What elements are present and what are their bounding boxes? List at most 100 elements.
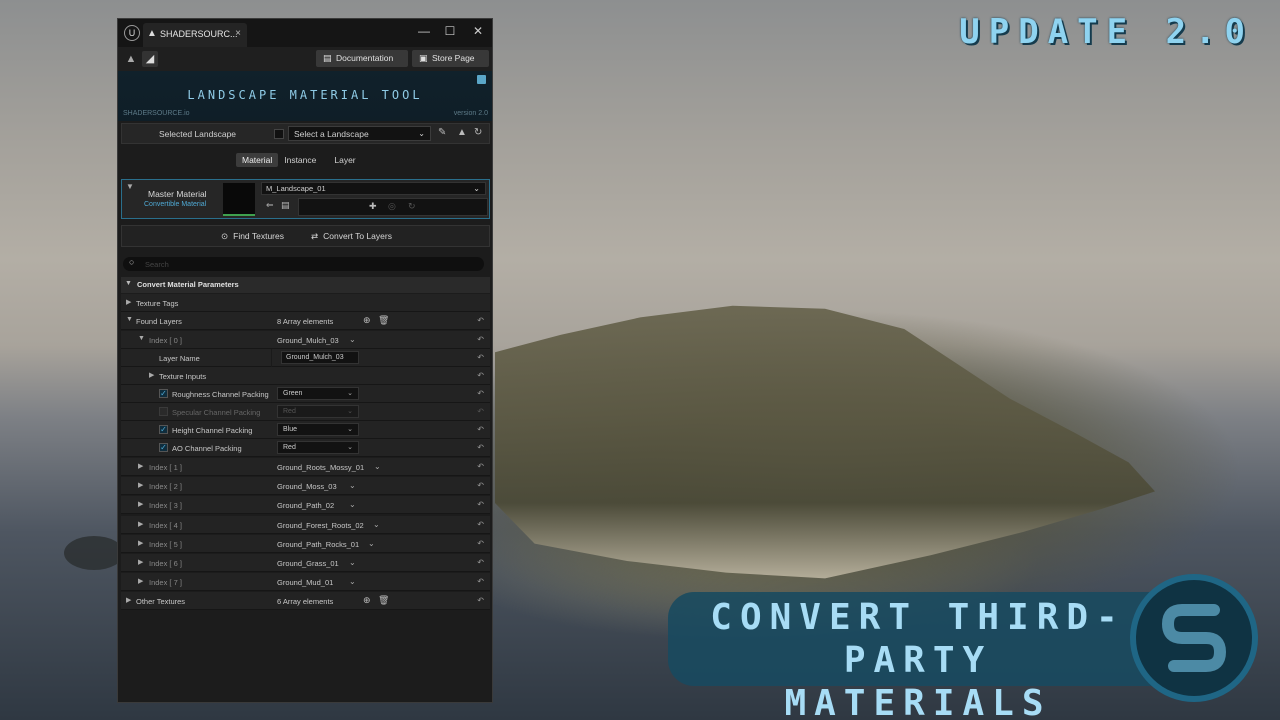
roughness-label: Roughness Channel Packing bbox=[172, 390, 269, 399]
chevron-down-icon[interactable]: ⌄ bbox=[349, 481, 356, 490]
tab-layer[interactable]: Layer bbox=[328, 153, 361, 167]
found-layers-row[interactable]: ▼ Found Layers 8 Array elements ⊕ 🗑 ↶ bbox=[121, 312, 490, 330]
reset-icon[interactable]: ↶ bbox=[477, 558, 484, 567]
chevron-down-icon: ⌄ bbox=[347, 442, 353, 454]
sync-icon[interactable]: ↻ bbox=[408, 201, 416, 212]
reset-icon[interactable]: ↶ bbox=[477, 353, 484, 362]
expand-arrow-icon: ▶ bbox=[138, 481, 143, 489]
index-5-row[interactable]: ▶ Index [ 5 ] Ground_Path_Rocks_01 ⌄ ↶ bbox=[121, 535, 490, 553]
expand-arrow-icon: ▶ bbox=[138, 539, 143, 547]
convert-material-parameters-header[interactable]: ▼ Convert Material Parameters bbox=[121, 277, 490, 293]
reset-icon[interactable]: ↶ bbox=[477, 481, 484, 490]
reset-icon[interactable]: ↶ bbox=[477, 539, 484, 548]
index-6-row[interactable]: ▶ Index [ 6 ] Ground_Grass_01 ⌄ ↶ bbox=[121, 554, 490, 572]
index-4-row[interactable]: ▶ Index [ 4 ] Ground_Forest_Roots_02 ⌄ ↶ bbox=[121, 516, 490, 534]
index-value: Ground_Roots_Mossy_01 bbox=[277, 463, 364, 472]
master-material-section: ▼ Master Material Convertible Material M… bbox=[121, 179, 490, 219]
collapse-arrow-icon[interactable]: ▼ bbox=[126, 182, 134, 191]
reset-icon[interactable]: ↶ bbox=[477, 389, 484, 398]
texture-inputs-row[interactable]: ▶ Texture Inputs ↶ bbox=[121, 367, 490, 385]
add-icon[interactable]: ✚ bbox=[369, 201, 377, 212]
window-tab[interactable]: ▲ SHADERSOURC... × bbox=[143, 23, 247, 47]
book-icon: ▤ bbox=[323, 50, 332, 67]
ao-checkbox[interactable]: ✓ bbox=[159, 443, 168, 452]
index-2-row[interactable]: ▶ Index [ 2 ] Ground_Moss_03 ⌄ ↶ bbox=[121, 477, 490, 495]
reset-icon[interactable]: ↶ bbox=[477, 407, 484, 416]
use-selected-icon[interactable]: ⇐ bbox=[266, 200, 274, 211]
reset-icon[interactable]: ↶ bbox=[477, 577, 484, 586]
specular-checkbox[interactable] bbox=[159, 407, 168, 416]
trash-icon[interactable]: 🗑 bbox=[378, 595, 389, 606]
mountains-icon[interactable]: ▲ bbox=[123, 51, 139, 67]
expand-arrow-icon: ▶ bbox=[138, 520, 143, 528]
index-7-row[interactable]: ▶ Index [ 7 ] Ground_Mud_01 ⌄ ↶ bbox=[121, 573, 490, 591]
chevron-down-icon[interactable]: ⌄ bbox=[349, 577, 356, 586]
landscape-dropdown[interactable]: Select a Landscape ⌄ bbox=[288, 126, 431, 141]
add-element-icon[interactable]: ⊕ bbox=[363, 595, 371, 606]
trash-icon[interactable]: 🗑 bbox=[378, 315, 389, 326]
documentation-button[interactable]: ▤ Documentation bbox=[316, 50, 408, 67]
chevron-down-icon[interactable]: ⌄ bbox=[373, 520, 380, 529]
reset-icon[interactable]: ↶ bbox=[477, 462, 484, 471]
store-page-label: Store Page bbox=[432, 53, 475, 63]
search-asset-icon[interactable]: ◎ bbox=[388, 201, 396, 212]
index-0-row[interactable]: ▼ Index [ 0 ] Ground_Mulch_03 ⌄ ↶ bbox=[121, 331, 490, 349]
reset-icon[interactable]: ↶ bbox=[477, 500, 484, 509]
material-dropdown[interactable]: M_Landscape_01 ⌄ bbox=[261, 182, 486, 195]
other-textures-row[interactable]: ▶ Other Textures 6 Array elements ⊕ 🗑 ↶ bbox=[121, 592, 490, 610]
landscape-icon[interactable]: ▲ bbox=[457, 127, 467, 138]
roughness-checkbox[interactable]: ✓ bbox=[159, 389, 168, 398]
refresh-icon[interactable]: ↻ bbox=[474, 127, 482, 138]
landscape-material-tool-window: U ▲ SHADERSOURC... × — ☐ ✕ ▲ ◢ ▤ Documen… bbox=[117, 18, 493, 703]
find-textures-label: Find Textures bbox=[233, 231, 284, 241]
close-button[interactable]: ✕ bbox=[468, 24, 488, 38]
eyedropper-icon[interactable]: ✎ bbox=[438, 127, 446, 138]
reset-icon[interactable]: ↶ bbox=[477, 520, 484, 529]
find-textures-button[interactable]: ⊙Find Textures bbox=[221, 231, 284, 242]
index-1-row[interactable]: ▶ Index [ 1 ] Ground_Roots_Mossy_01 ⌄ ↶ bbox=[121, 458, 490, 476]
ao-dropdown[interactable]: Red ⌄ bbox=[277, 441, 359, 454]
logo-mark-icon bbox=[1144, 588, 1244, 688]
tab-instance[interactable]: Instance bbox=[278, 153, 322, 167]
texture-tags-row[interactable]: ▶ Texture Tags bbox=[121, 294, 490, 312]
maximize-button[interactable]: ☐ bbox=[440, 24, 460, 38]
tool-logo-icon[interactable]: ◢ bbox=[142, 51, 158, 67]
add-element-icon[interactable]: ⊕ bbox=[363, 315, 371, 326]
minimize-button[interactable]: — bbox=[414, 24, 434, 38]
reset-icon[interactable]: ↶ bbox=[477, 443, 484, 452]
tab-material[interactable]: Material bbox=[236, 153, 278, 167]
landscape-dropdown-value: Select a Landscape bbox=[294, 129, 369, 139]
material-thumbnail[interactable] bbox=[223, 183, 255, 216]
roughness-dropdown[interactable]: Green ⌄ bbox=[277, 387, 359, 400]
height-dropdown[interactable]: Blue ⌄ bbox=[277, 423, 359, 436]
index-label: Index [ 6 ] bbox=[149, 559, 182, 568]
master-material-title: Master Material bbox=[148, 189, 207, 199]
layer-name-input[interactable]: Ground_Mulch_03 bbox=[281, 351, 359, 364]
specular-label: Specular Channel Packing bbox=[172, 408, 260, 417]
index-value: Ground_Moss_03 bbox=[277, 482, 337, 491]
reset-icon[interactable]: ↶ bbox=[477, 371, 484, 380]
chevron-down-icon[interactable]: ⌄ bbox=[374, 462, 381, 471]
landscape-checkbox[interactable] bbox=[274, 129, 284, 139]
chevron-down-icon[interactable]: ⌄ bbox=[349, 335, 356, 344]
banner-line-1: CONVERT THIRD- bbox=[708, 596, 1128, 639]
specular-dropdown[interactable]: Red ⌄ bbox=[277, 405, 359, 418]
convert-to-layers-button[interactable]: ⇄Convert To Layers bbox=[311, 231, 392, 242]
chevron-down-icon[interactable]: ⌄ bbox=[349, 558, 356, 567]
tab-close-button[interactable]: × bbox=[235, 28, 241, 39]
index-value: Ground_Path_Rocks_01 bbox=[277, 540, 359, 549]
store-page-button[interactable]: ▣ Store Page bbox=[412, 50, 489, 67]
chevron-down-icon[interactable]: ⌄ bbox=[349, 500, 356, 509]
height-checkbox[interactable]: ✓ bbox=[159, 425, 168, 434]
convert-to-layers-label: Convert To Layers bbox=[323, 231, 392, 241]
browse-folder-icon[interactable]: ▤ bbox=[281, 200, 290, 211]
reset-icon[interactable]: ↶ bbox=[477, 316, 484, 325]
roughness-value: Green bbox=[283, 390, 302, 397]
shadersource-logo bbox=[1130, 574, 1258, 702]
chevron-down-icon[interactable]: ⌄ bbox=[368, 539, 375, 548]
index-3-row[interactable]: ▶ Index [ 3 ] Ground_Path_02 ⌄ ↶ bbox=[121, 496, 490, 514]
reset-icon[interactable]: ↶ bbox=[477, 596, 484, 605]
reset-icon[interactable]: ↶ bbox=[477, 335, 484, 344]
reset-icon[interactable]: ↶ bbox=[477, 425, 484, 434]
search-input[interactable] bbox=[145, 259, 465, 269]
